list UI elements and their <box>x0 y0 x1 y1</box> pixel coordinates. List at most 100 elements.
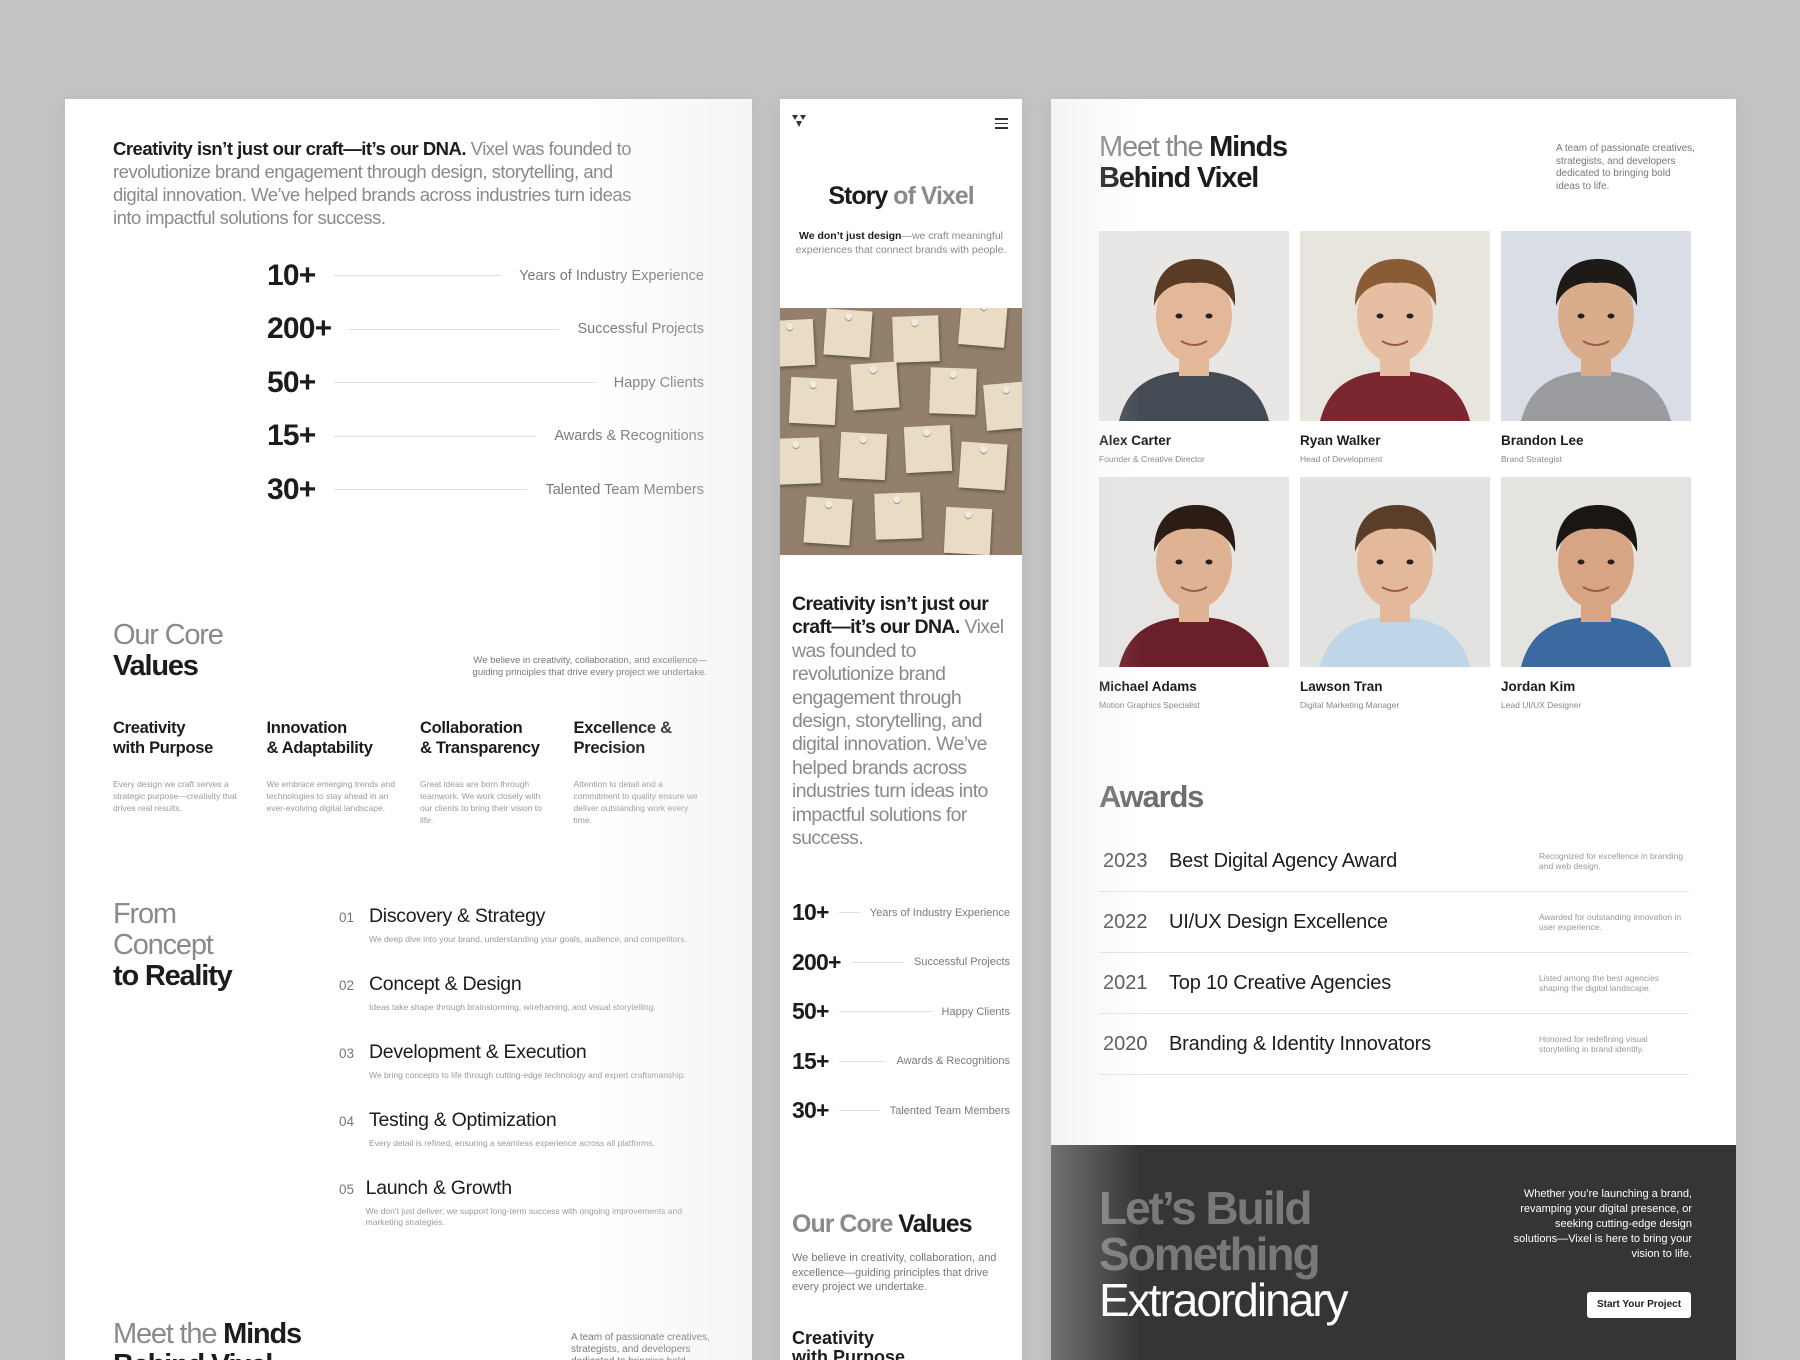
stat-label: Awards & Recognitions <box>896 1055 1010 1068</box>
award-row: 2022 UI/UX Design Excellence Awarded for o… <box>1099 892 1689 953</box>
intro-paragraph: Creativity isn’t just our craft—it’s our… <box>792 593 1004 850</box>
team-member-role: Founder & Creative Director <box>1099 454 1205 464</box>
stat-row: 30+ Talented Team Members <box>267 463 704 517</box>
process-step: 02 Concept & Design Ideas take shape throu… <box>339 973 719 1041</box>
stat-row: 30+ Talented Team Members <box>792 1086 1010 1136</box>
stat-value: 50+ <box>792 998 829 1025</box>
team-member-name: Jordan Kim <box>1501 679 1576 694</box>
hamburger-menu-icon[interactable] <box>995 118 1008 132</box>
team-member-role: Motion Graphics Specialist <box>1099 700 1200 710</box>
stat-label: Successful Projects <box>577 321 704 338</box>
award-row: 2020 Branding & Identity Innovators Honore… <box>1099 1014 1689 1075</box>
story-description: We don’t just design—we craft meaningful… <box>795 230 1007 256</box>
stat-label: Talented Team Members <box>545 481 704 498</box>
step-number: 02 <box>339 978 355 993</box>
sticky-notes-image <box>780 308 1022 555</box>
team-member-photo <box>1501 477 1691 667</box>
award-description: Listed among the best agencies shaping t… <box>1539 972 1660 994</box>
desktop-about-panel: Creativity isn’t just our craft—it’s our… <box>65 99 752 1360</box>
team-member-role: Brand Strategist <box>1501 454 1562 464</box>
process-steps: 01 Discovery & Strategy We deep dive into … <box>339 905 719 1245</box>
team-description: A team of passionate creatives, strategi… <box>1556 143 1695 192</box>
award-title: Top 10 Creative Agencies <box>1169 971 1392 994</box>
stats-list: 10+ Years of Industry Experience 200+ Succ… <box>267 249 704 517</box>
award-row: 2023 Best Digital Agency Award Recognized … <box>1099 831 1689 892</box>
heading-dark: Values <box>113 650 199 682</box>
team-member-card: Michael Adams Motion Graphics Specialist <box>1099 477 1289 723</box>
step-title: Launch & Growth <box>365 1177 512 1199</box>
stat-row: 50+ Happy Clients <box>267 356 704 410</box>
stat-value: 200+ <box>792 948 841 975</box>
step-description: Ideas take shape through brainstorming, … <box>369 1002 656 1012</box>
value-title: Creativity with Purpose <box>792 1328 906 1360</box>
stat-divider <box>838 1060 887 1062</box>
award-title: UI/UX Design Excellence <box>1169 910 1388 933</box>
stat-row: 10+ Years of Industry Experience <box>267 249 704 303</box>
stats-list: 10+ Years of Industry Experience 200+ Succ… <box>792 888 1010 1136</box>
stat-value: 50+ <box>267 365 316 399</box>
value-description: We embrace emerging trends and technolog… <box>266 779 395 813</box>
team-description: A team of passionate creatives, strategi… <box>571 1332 710 1360</box>
step-description: We bring concepts to life through cuttin… <box>369 1070 686 1080</box>
team-member-name: Lawson Tran <box>1300 679 1383 694</box>
stat-label: Happy Clients <box>613 374 704 391</box>
stat-divider <box>838 912 860 914</box>
value-card: Creativity with Purpose Every design we cr… <box>113 718 243 826</box>
stat-value: 10+ <box>792 899 829 926</box>
cta-description: Whether you’re launching a brand, revamp… <box>1513 1188 1692 1260</box>
team-member-photo <box>1099 231 1289 421</box>
stat-value: 15+ <box>267 419 316 453</box>
process-heading: From Concept to Reality <box>113 898 233 992</box>
step-description: We don’t just deliver; we support long-t… <box>365 1206 683 1227</box>
value-card: Collaboration & Transparency Great ideas a… <box>420 718 550 826</box>
stat-divider <box>333 489 528 491</box>
step-title: Testing & Optimization <box>369 1109 557 1131</box>
stat-value: 15+ <box>792 1047 829 1074</box>
stat-divider <box>349 328 560 330</box>
value-card: Excellence & Precision Attention to detail… <box>574 718 704 826</box>
intro-bold: Creativity isn’t just our craft—it’s our… <box>113 138 467 159</box>
award-title: Best Digital Agency Award <box>1169 849 1398 872</box>
core-values-heading: Our Core Values <box>113 620 224 682</box>
team-member-role: Head of Development <box>1300 454 1383 464</box>
core-values-heading: Our Core Values <box>792 1210 973 1238</box>
step-title: Discovery & Strategy <box>369 905 546 927</box>
award-description: Honored for redefining visual storytelli… <box>1539 1033 1648 1055</box>
award-title: Branding & Identity Innovators <box>1169 1032 1431 1055</box>
team-member-photo <box>1501 231 1691 421</box>
story-heading: Story of Vixel <box>828 182 974 210</box>
team-heading: Meet the MindsBehind Vixel <box>113 1318 302 1360</box>
step-number: 04 <box>339 1114 355 1129</box>
vixel-logo-icon[interactable] <box>792 115 806 127</box>
mobile-about-panel: Story of Vixel We don’t just design—we c… <box>780 99 1022 1360</box>
value-title: Innovation & Adaptability <box>266 719 373 757</box>
team-member-name: Michael Adams <box>1099 679 1197 694</box>
stat-row: 10+ Years of Industry Experience <box>792 888 1010 938</box>
stat-value: 200+ <box>267 312 332 346</box>
stat-label: Awards & Recognitions <box>554 428 704 445</box>
stat-value: 30+ <box>792 1097 829 1124</box>
stat-row: 50+ Happy Clients <box>792 987 1010 1037</box>
team-member-card: Alex Carter Founder & Creative Director <box>1099 231 1289 477</box>
stat-row: 15+ Awards & Recognitions <box>267 410 704 464</box>
team-member-card: Lawson Tran Digital Marketing Manager <box>1300 477 1490 723</box>
team-grid: Alex Carter Founder & Creative Director Ry… <box>1099 231 1691 723</box>
desktop-team-panel: Meet the Minds Behind Vixel A team of pas… <box>1051 99 1736 1360</box>
stat-divider <box>333 275 502 277</box>
award-description: Recognized for excellence in branding an… <box>1539 850 1684 872</box>
start-project-button[interactable]: Start Your Project <box>1587 1292 1691 1318</box>
team-member-card: Brandon Lee Brand Strategist <box>1501 231 1691 477</box>
stat-label: Happy Clients <box>941 1005 1010 1018</box>
stat-divider <box>333 435 537 437</box>
stat-label: Talented Team Members <box>889 1104 1010 1117</box>
step-number: 01 <box>339 910 355 925</box>
process-step: 01 Discovery & Strategy We deep dive into … <box>339 905 719 973</box>
stat-label: Years of Industry Experience <box>869 906 1010 919</box>
team-member-name: Ryan Walker <box>1300 433 1381 448</box>
stat-row: 15+ Awards & Recognitions <box>792 1037 1010 1087</box>
award-row: 2021 Top 10 Creative Agencies Listed among… <box>1099 953 1689 1014</box>
process-step: 05 Launch & Growth We don’t just deliver; … <box>339 1177 719 1245</box>
step-description: We deep dive into your brand, understand… <box>369 934 687 944</box>
value-title: Excellence & Precision <box>573 719 673 757</box>
step-title: Development & Execution <box>369 1041 587 1063</box>
